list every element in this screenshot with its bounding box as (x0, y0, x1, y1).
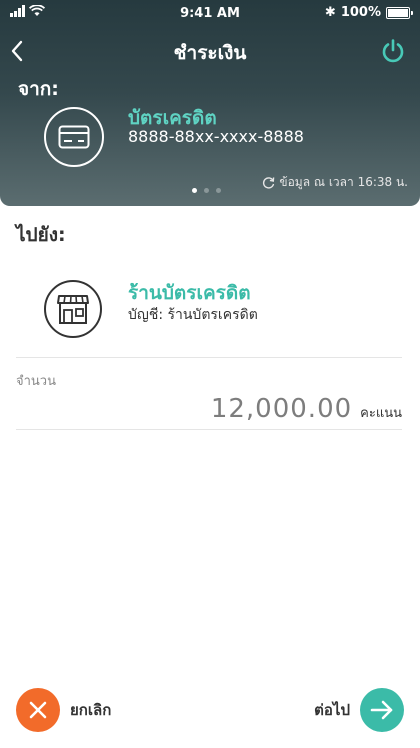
source-card-number: 8888-88xx-xxxx-8888 (128, 127, 304, 146)
next-button[interactable]: ต่อไป (314, 688, 404, 732)
store-icon (44, 280, 102, 338)
updated-timestamp: ข้อมูล ณ เวลา 16:38 น. (279, 175, 408, 189)
bluetooth-icon: ✱ (324, 5, 336, 20)
amount-field[interactable]: 12,000.00 คะแนน (211, 394, 402, 424)
cancel-label: ยกเลิก (70, 701, 112, 719)
pager-dot (192, 188, 197, 193)
divider (16, 357, 402, 358)
logout-button[interactable] (380, 38, 406, 64)
card-pager[interactable] (192, 188, 221, 193)
next-label: ต่อไป (314, 701, 350, 719)
divider (16, 429, 402, 430)
pager-dot (216, 188, 221, 193)
status-bar: 9:41 AM ✱ 100% (0, 4, 420, 24)
power-icon (382, 39, 404, 63)
refresh-info[interactable]: ข้อมูล ณ เวลา 16:38 น. (262, 173, 408, 192)
amount-unit: คะแนน (360, 406, 402, 421)
cancel-button[interactable]: ยกเลิก (16, 688, 111, 732)
battery-icon (386, 6, 413, 19)
to-label: ไปยัง: (16, 224, 66, 246)
credit-card-icon (44, 107, 104, 167)
pager-dot (204, 188, 209, 193)
page-title: ชำระเงิน (173, 42, 247, 64)
arrow-right-icon (360, 688, 404, 732)
amount-label: จำนวน (16, 374, 56, 389)
header-panel: 9:41 AM ✱ 100% ชำระเงิน จาก: บัตรเครดิต … (0, 0, 420, 206)
merchant-account: บัญชี: ร้านบัตรเครดิต (128, 307, 258, 323)
battery-percent: 100% (340, 5, 381, 20)
nav-bar: ชำระเงิน (0, 34, 420, 68)
refresh-icon (263, 177, 275, 189)
amount-value[interactable]: 12,000.00 (211, 394, 352, 424)
back-button[interactable] (10, 34, 38, 68)
close-icon (16, 688, 60, 732)
chevron-left-icon (11, 40, 23, 62)
from-label: จาก: (18, 78, 59, 100)
